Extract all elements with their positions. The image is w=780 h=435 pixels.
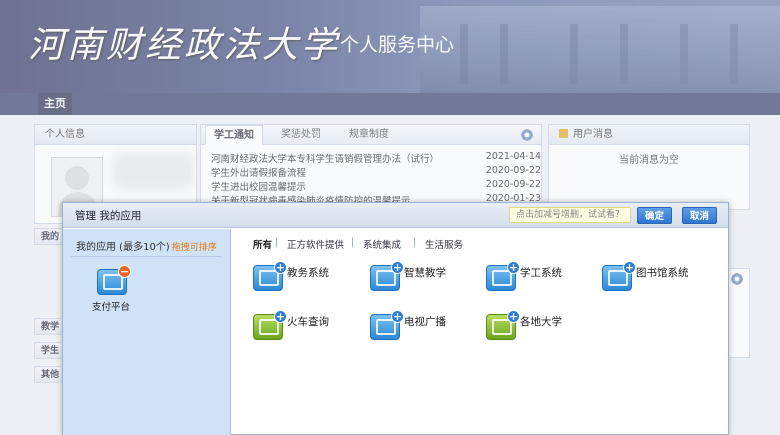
student-affairs-icon[interactable]: + [486, 261, 520, 291]
add-icon[interactable]: + [623, 261, 636, 274]
add-icon[interactable]: + [274, 261, 287, 274]
library-system-icon[interactable]: + [602, 261, 636, 291]
filter-separator: | [413, 237, 417, 248]
payment-app-icon[interactable]: − [97, 265, 131, 295]
filter-separator: | [275, 237, 279, 248]
train-query-icon[interactable]: + [253, 310, 287, 340]
add-icon[interactable]: + [391, 310, 404, 323]
filter-system-integration[interactable]: 系统集成 [363, 237, 401, 251]
modal-title: 管理 我的应用 [75, 210, 142, 222]
app-label: 学工系统 [520, 267, 562, 279]
app-label: 智慧教学 [404, 267, 446, 279]
add-icon[interactable]: + [391, 261, 404, 274]
filter-all[interactable]: 所有 [253, 237, 272, 251]
tv-broadcast-icon[interactable]: + [370, 310, 404, 340]
confirm-button[interactable]: 确定 [637, 207, 673, 224]
payment-app-label: 支付平台 [92, 302, 131, 313]
filter-life-service[interactable]: 生活服务 [425, 237, 463, 251]
add-icon[interactable]: + [274, 310, 287, 323]
academic-system-icon[interactable]: + [253, 261, 287, 291]
my-apps-header-label: 我的应用 (最多10个) [76, 242, 170, 253]
app-label: 图书馆系统 [636, 267, 689, 279]
filter-zhengfang[interactable]: 正方软件提供 [287, 237, 344, 251]
manage-apps-modal: 管理 我的应用 点击加减号增删，试试看？ 确定 取消 我的应用 (最多10个) 拖… [62, 202, 729, 435]
smart-teaching-icon[interactable]: + [370, 261, 404, 291]
divider [71, 256, 221, 257]
remove-icon[interactable]: − [118, 265, 131, 278]
app-label: 教务系统 [287, 267, 329, 279]
hint-box: 点击加减号增删，试试看？ [509, 207, 631, 223]
my-apps-header: 我的应用 (最多10个) 拖拽可排序 [76, 238, 217, 253]
add-icon[interactable]: + [507, 261, 520, 274]
filter-separator: | [351, 237, 355, 248]
app-label: 各地大学 [520, 316, 562, 328]
add-icon[interactable]: + [507, 310, 520, 323]
app-label: 火车查询 [287, 316, 329, 328]
modal-header: 管理 我的应用 点击加减号增删，试试看？ 确定 取消 [63, 203, 728, 228]
sort-hint: 拖拽可排序 [171, 243, 217, 253]
app-label: 电视广播 [404, 316, 446, 328]
universities-icon[interactable]: + [486, 310, 520, 340]
my-apps-pane: 我的应用 (最多10个) 拖拽可排序 − 支付平台 [63, 229, 231, 435]
cancel-button[interactable]: 取消 [682, 207, 718, 224]
